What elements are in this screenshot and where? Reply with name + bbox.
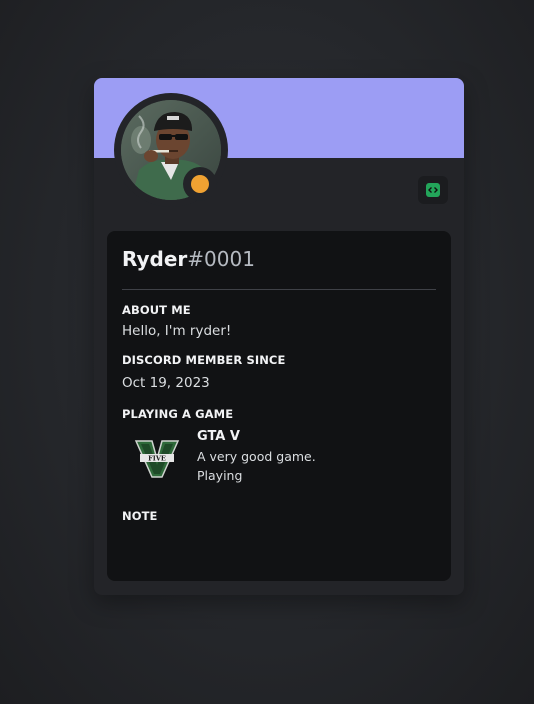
about-me-title: ABOUT ME: [122, 303, 191, 317]
game-name: GTA V: [197, 429, 240, 444]
avatar-frame: [114, 93, 228, 207]
discriminator: #0001: [187, 247, 255, 271]
gta-v-logo-icon: FIVE: [134, 439, 180, 479]
idle-status-icon: [191, 175, 209, 193]
member-since-date: Oct 19, 2023: [122, 375, 210, 391]
developer-badge-button[interactable]: [418, 176, 448, 204]
svg-text:FIVE: FIVE: [148, 455, 166, 463]
username: Ryder: [122, 247, 188, 271]
profile-card: Ryder#0001 ABOUT ME Hello, I'm ryder! DI…: [94, 78, 464, 595]
about-me-text: Hello, I'm ryder!: [122, 323, 232, 339]
game-state: Playing: [197, 468, 243, 483]
divider: [122, 289, 436, 290]
member-since-title: DISCORD MEMBER SINCE: [122, 353, 286, 367]
activity-title: PLAYING A GAME: [122, 407, 234, 421]
developer-badge-icon: [426, 183, 440, 197]
status-indicator: [183, 167, 217, 201]
username-row[interactable]: Ryder#0001: [122, 247, 255, 271]
game-details: A very good game.: [197, 449, 316, 464]
profile-details-panel: Ryder#0001 ABOUT ME Hello, I'm ryder! DI…: [107, 231, 451, 581]
note-title: NOTE: [122, 509, 158, 523]
